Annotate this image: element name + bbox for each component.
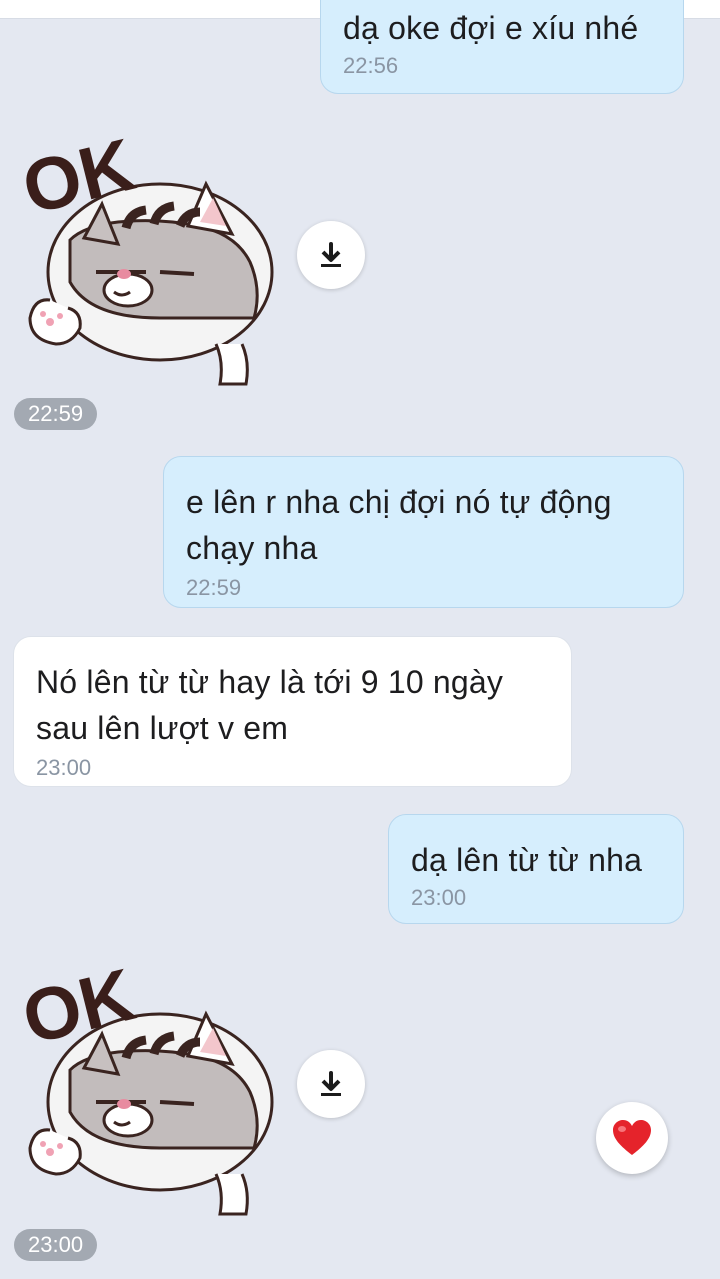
message-time: 23:00 — [411, 885, 467, 910]
outgoing-message[interactable]: dạ lên từ từ nha 23:00 — [388, 814, 684, 924]
message-time: 22:56 — [343, 53, 399, 78]
message-text: e lên r nha chị đợi nó tự động chạy nha — [186, 484, 612, 566]
download-button[interactable] — [297, 1050, 365, 1118]
download-button[interactable] — [297, 221, 365, 289]
heart-icon — [613, 1120, 651, 1155]
download-icon — [321, 1071, 341, 1096]
outgoing-message[interactable]: e lên r nha chị đợi nó tự động chạy nha … — [163, 456, 684, 608]
sticker-ok-cat[interactable]: OK — [10, 952, 280, 1220]
message-text: dạ lên từ từ nha — [411, 842, 643, 878]
sticker-timestamp: 22:59 — [14, 398, 98, 430]
sticker-ok-cat[interactable]: OK — [10, 122, 280, 390]
reaction-button[interactable] — [596, 1102, 668, 1174]
message-time: 22:59 — [186, 575, 242, 600]
incoming-message[interactable]: Nó lên từ từ hay là tới 9 10 ngày sau lê… — [13, 636, 572, 787]
message-text: dạ oke đợi e xíu nhé — [343, 10, 639, 46]
message-text: Nó lên từ từ hay là tới 9 10 ngày sau lê… — [36, 664, 504, 746]
message-time: 23:00 — [36, 755, 92, 780]
outgoing-message[interactable]: dạ oke đợi e xíu nhé 22:56 — [320, 0, 684, 94]
download-icon — [321, 242, 341, 267]
sticker-timestamp: 23:00 — [14, 1229, 98, 1261]
